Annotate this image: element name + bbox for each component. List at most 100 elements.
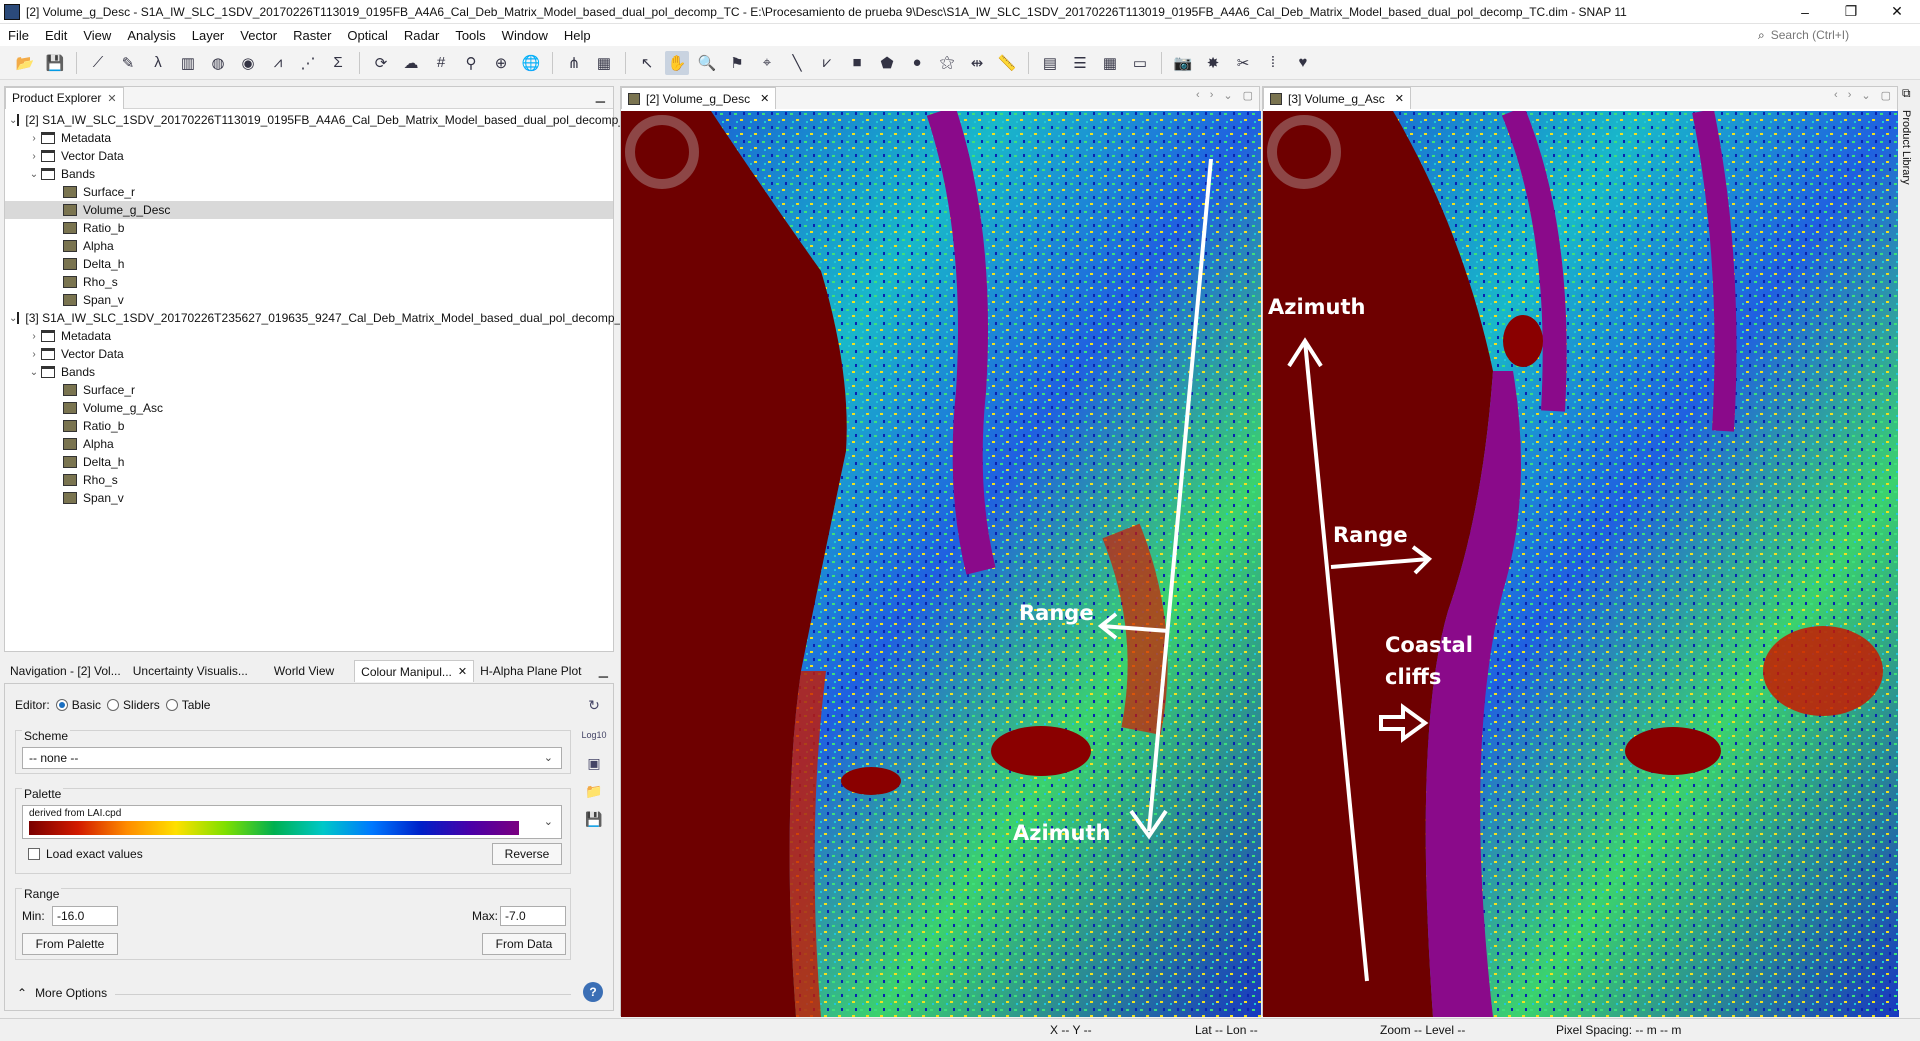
close-tab-icon[interactable]: ✕ xyxy=(1395,92,1404,105)
cloud-icon[interactable]: ☁ xyxy=(399,51,423,75)
collapse-icon[interactable]: ⌄ xyxy=(27,367,41,378)
scatter-plot-icon[interactable]: ⋰ xyxy=(296,51,320,75)
tree-band[interactable]: Delta_h xyxy=(5,255,613,273)
tree-band[interactable]: Span_v xyxy=(5,489,613,507)
zoom-tool-icon[interactable]: 🔍 xyxy=(695,51,719,75)
vector-icon[interactable]: ⟋ xyxy=(86,51,110,75)
minimize-panel-icon[interactable]: ▁ xyxy=(599,664,608,678)
close-tab-icon[interactable]: ✕ xyxy=(107,92,116,105)
open-product-icon[interactable]: 📂 xyxy=(13,51,37,75)
collapse-icon[interactable]: ⌄ xyxy=(9,313,17,324)
menu-file[interactable]: File xyxy=(0,28,37,43)
from-data-button[interactable]: From Data xyxy=(482,933,566,955)
tree-product[interactable]: ⌄ [2] S1A_IW_SLC_1SDV_20170226T113019_01… xyxy=(5,111,641,129)
grid-icon[interactable]: # xyxy=(429,51,453,75)
tab-world-view[interactable]: World View xyxy=(268,660,340,682)
tile-horizontal-icon[interactable]: ☰ xyxy=(1068,51,1092,75)
tree-band[interactable]: Alpha xyxy=(5,435,613,453)
expand-icon[interactable]: › xyxy=(27,151,41,162)
hearts-icon[interactable]: ♥ xyxy=(1291,51,1315,75)
product-library-tab[interactable]: Product Library xyxy=(1900,110,1912,185)
select-tool-icon[interactable]: ↖ xyxy=(635,51,659,75)
tree-band[interactable]: Ratio_b xyxy=(5,219,613,237)
menu-raster[interactable]: Raster xyxy=(285,28,339,43)
polyline-draw-icon[interactable]: ⩗ xyxy=(815,51,839,75)
multi-apply-icon[interactable]: ▣ xyxy=(583,752,605,774)
menu-radar[interactable]: Radar xyxy=(396,28,447,43)
menu-edit[interactable]: Edit xyxy=(37,28,75,43)
globe-icon[interactable]: ◍ xyxy=(206,51,230,75)
close-button[interactable]: ✕ xyxy=(1874,0,1920,24)
close-tab-icon[interactable]: ✕ xyxy=(458,665,467,678)
sum-icon[interactable]: Σ xyxy=(326,51,350,75)
search-input[interactable]: ⌕ Search (Ctrl+I) xyxy=(1758,26,1908,44)
mode-basic-radio[interactable] xyxy=(55,699,68,711)
tab-h-alpha-plot[interactable]: H-Alpha Plane Plot xyxy=(474,660,587,682)
tab-colour-manipulation[interactable]: Colour Manipul... ✕ xyxy=(354,660,475,682)
polygon-draw-icon[interactable]: ⬟ xyxy=(875,51,899,75)
maximize-view-icon[interactable]: ▢ xyxy=(1881,89,1891,102)
from-palette-button[interactable]: From Palette xyxy=(22,933,118,955)
magic-wand-icon[interactable]: ⚝ xyxy=(935,51,959,75)
sar-icon[interactable]: ✂ xyxy=(1231,51,1255,75)
tree-band[interactable]: Volume_g_Asc xyxy=(5,399,613,417)
world-map-icon[interactable]: 🌐 xyxy=(519,51,543,75)
log10-toggle[interactable]: Log10 xyxy=(581,724,606,746)
ruler-icon[interactable]: 📏 xyxy=(995,51,1019,75)
sync-icon[interactable]: ⟳ xyxy=(369,51,393,75)
tab-uncertainty[interactable]: Uncertainty Visualis... xyxy=(127,660,254,682)
tree-band-selected[interactable]: Volume_g_Desc xyxy=(5,201,613,219)
histogram-icon[interactable]: ▥ xyxy=(176,51,200,75)
tree-bands[interactable]: ⌄ Bands xyxy=(5,363,613,381)
minimize-button[interactable]: – xyxy=(1782,0,1828,24)
navigation-control[interactable] xyxy=(1267,115,1341,189)
import-palette-icon[interactable]: 📁 xyxy=(583,780,605,802)
screenshot-icon[interactable]: 📷 xyxy=(1171,51,1195,75)
palette-select[interactable]: derived from LAI.cpd ⌄ xyxy=(22,805,562,839)
graph-builder-icon[interactable]: ⋔ xyxy=(562,51,586,75)
pan-tool-icon[interactable]: ✋ xyxy=(665,50,689,75)
tree-band[interactable]: Ratio_b xyxy=(5,417,613,435)
menu-layer[interactable]: Layer xyxy=(184,28,233,43)
tree-vector-data[interactable]: › Vector Data xyxy=(5,345,613,363)
binary-icon[interactable]: ⁞ xyxy=(1261,51,1285,75)
max-input[interactable]: -7.0 xyxy=(500,906,566,926)
star-icon[interactable]: ✸ xyxy=(1201,51,1225,75)
chevron-left-icon[interactable]: ‹ xyxy=(1196,89,1200,102)
min-input[interactable]: -16.0 xyxy=(52,906,118,926)
expand-icon[interactable]: › xyxy=(27,331,41,342)
tree-band[interactable]: Delta_h xyxy=(5,453,613,471)
more-options-row[interactable]: ⌃ More Options xyxy=(17,986,107,1000)
tile-evenly-icon[interactable]: ▤ xyxy=(1038,51,1062,75)
tree-band[interactable]: Surface_r xyxy=(5,381,613,399)
expand-icon[interactable]: › xyxy=(27,349,41,360)
tree-product[interactable]: ⌄ [3] S1A_IW_SLC_1SDV_20170226T235627_01… xyxy=(5,309,637,327)
pin-placing-icon[interactable]: ⚑ xyxy=(725,51,749,75)
export-palette-icon[interactable]: 💾 xyxy=(583,808,605,830)
tree-bands[interactable]: ⌄ Bands xyxy=(5,165,613,183)
menu-window[interactable]: Window xyxy=(494,28,556,43)
line-draw-icon[interactable]: ╲ xyxy=(785,51,809,75)
navigation-control[interactable] xyxy=(625,115,699,189)
pin-icon[interactable]: ⚲ xyxy=(459,51,483,75)
save-product-icon[interactable]: 💾 xyxy=(43,51,67,75)
collapse-icon[interactable]: ⌄ xyxy=(9,115,17,126)
spectrum-icon[interactable]: λ xyxy=(146,51,170,75)
tab-navigation[interactable]: Navigation - [2] Vol... xyxy=(4,660,127,682)
tile-single-icon[interactable]: ▭ xyxy=(1128,51,1152,75)
tree-band[interactable]: Alpha xyxy=(5,237,613,255)
close-tab-icon[interactable]: ✕ xyxy=(760,92,769,105)
tree-band[interactable]: Rho_s xyxy=(5,273,613,291)
gcp-icon[interactable]: ⊕ xyxy=(489,51,513,75)
tree-band[interactable]: Surface_r xyxy=(5,183,613,201)
minimize-panel-icon[interactable]: ▁ xyxy=(596,89,605,103)
chevron-down-icon[interactable]: ⌄ xyxy=(1861,89,1870,102)
tab-volume-g-asc[interactable]: [3] Volume_g_Asc ✕ xyxy=(1263,87,1411,109)
mode-table-radio[interactable] xyxy=(165,699,178,711)
information-icon[interactable]: ◉ xyxy=(236,51,260,75)
ellipse-draw-icon[interactable]: ● xyxy=(905,51,929,75)
scheme-select[interactable]: -- none -- ⌄ xyxy=(22,747,562,769)
chevron-left-icon[interactable]: ‹ xyxy=(1834,89,1838,102)
batch-processing-icon[interactable]: ▦ xyxy=(592,51,616,75)
profile-plot-icon[interactable]: ⩘ xyxy=(266,51,290,75)
